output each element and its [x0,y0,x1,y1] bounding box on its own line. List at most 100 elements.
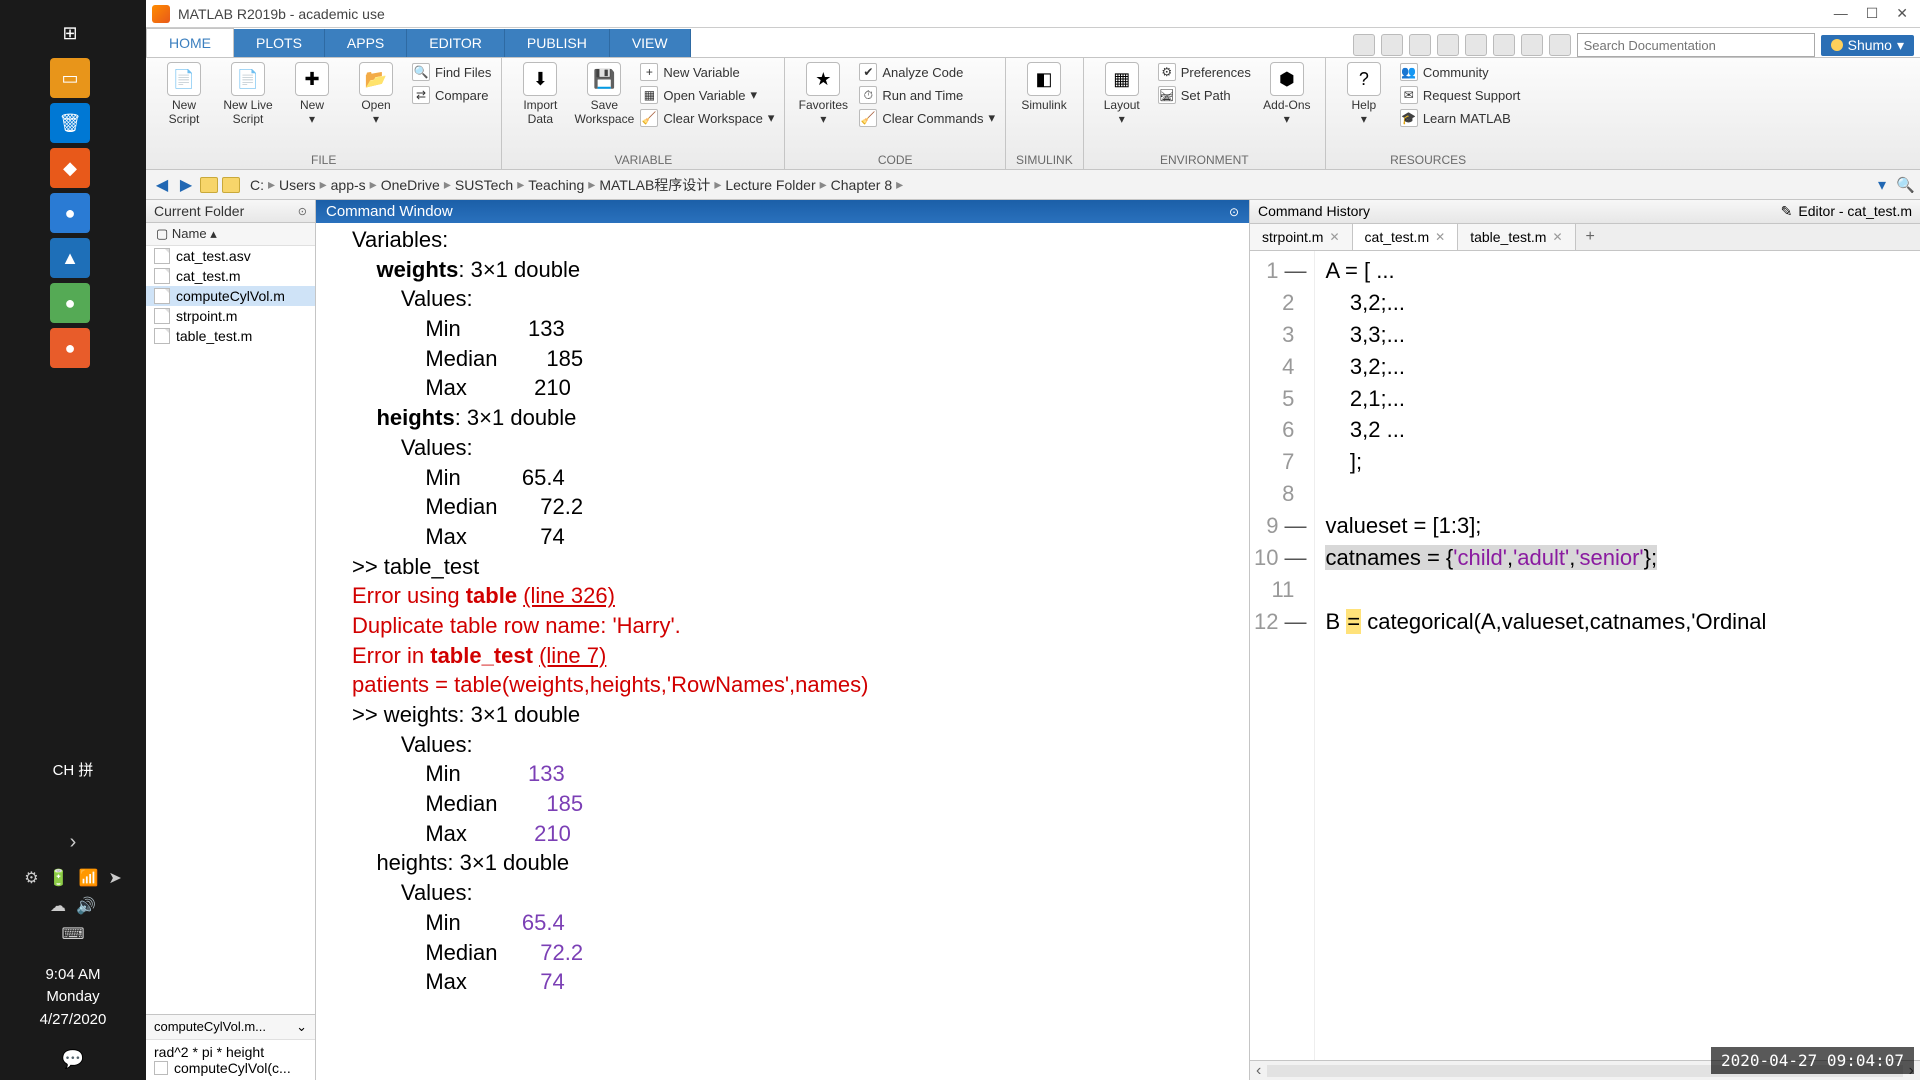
forward-button[interactable]: ▶ [176,175,196,195]
close-button[interactable]: ✕ [1896,5,1908,22]
path-dropdown-icon[interactable]: ▾ [1872,175,1892,195]
redo-icon[interactable] [1493,34,1515,56]
file-item[interactable]: computeCylVol.m [146,286,315,306]
copy-icon[interactable] [1409,34,1431,56]
wifi-icon[interactable]: 📶 [78,868,98,888]
app-icon-3[interactable]: ● [50,193,90,233]
app-icon-4[interactable]: ▲ [50,238,90,278]
compare-button[interactable]: ⇄Compare [412,85,491,105]
open-variable-button[interactable]: ▦Open Variable ▾ [640,85,774,105]
clock[interactable]: 9:04 AM Monday 4/27/2020 [0,964,146,1032]
folder-icon[interactable] [200,177,218,193]
set-path-button[interactable]: 🛤Set Path [1158,85,1251,105]
crumb-segment[interactable]: Chapter 8 [831,177,892,193]
battery-icon[interactable]: 🔋 [49,868,69,888]
favorites-button[interactable]: ★Favorites▾ [795,62,851,127]
run-and-time-button[interactable]: ⏱Run and Time [859,85,995,105]
volume-icon[interactable]: 🔊 [76,896,96,916]
command-window-title[interactable]: Command Window⊙ [316,200,1249,223]
column-name[interactable]: ▢ Name ▴ [146,223,315,246]
keyboard-icon[interactable]: ⌨ [61,924,84,944]
current-folder-title[interactable]: Current Folder⊙ [146,200,315,223]
app-icon-1[interactable]: ▭ [50,58,90,98]
edit-icon[interactable]: ✎ [1781,203,1793,220]
tab-editor[interactable]: EDITOR [407,29,505,57]
tab-apps[interactable]: APPS [325,29,407,57]
open-button[interactable]: 📂Open▾ [348,62,404,127]
close-tab-icon[interactable]: ✕ [1435,230,1445,244]
pane-menu-icon[interactable]: ⊙ [1229,205,1239,219]
crumb-segment[interactable]: Teaching [528,177,584,193]
help-quick-icon[interactable] [1521,34,1543,56]
search-documentation-input[interactable] [1577,33,1815,57]
maximize-button[interactable]: ☐ [1866,5,1879,22]
save-quick-icon[interactable] [1353,34,1375,56]
cut-icon[interactable] [1381,34,1403,56]
new-button[interactable]: ✚New▾ [284,62,340,127]
paste-icon[interactable] [1437,34,1459,56]
crumb-segment[interactable]: C: [250,177,264,193]
app-icon-2[interactable]: 🗑 [50,103,90,143]
request-support-button[interactable]: ✉Request Support [1400,85,1521,105]
new-tab-button[interactable]: + [1576,224,1605,250]
crumb-segment[interactable]: Lecture Folder [725,177,815,193]
addons-button[interactable]: ⬢Add-Ons▾ [1259,62,1315,127]
new-variable-button[interactable]: +New Variable [640,62,774,82]
tab-plots[interactable]: PLOTS [234,29,325,57]
crumb-segment[interactable]: SUSTech [455,177,513,193]
import-data-button[interactable]: ⬇Import Data [512,62,568,127]
editor-tab[interactable]: table_test.m✕ [1458,224,1575,250]
pane-menu-icon[interactable]: ⊙ [298,205,307,218]
more-icon[interactable] [1549,34,1571,56]
tab-publish[interactable]: PUBLISH [505,29,610,57]
tab-view[interactable]: VIEW [610,29,691,57]
layout-button[interactable]: ▦Layout▾ [1094,62,1150,127]
back-button[interactable]: ◀ [152,175,172,195]
app-icon-5[interactable]: ● [50,283,90,323]
file-item[interactable]: cat_test.asv [146,246,315,266]
file-item[interactable]: table_test.m [146,326,315,346]
analyze-code-button[interactable]: ✔Analyze Code [859,62,995,82]
help-button[interactable]: ?Help▾ [1336,62,1392,127]
editor-body[interactable]: 1—2 3 4 5 6 7 8 9—10—11 12— A = [ ... 3,… [1250,251,1920,1060]
up-folder-icon[interactable] [222,177,240,193]
matlab-icon[interactable]: ◆ [50,148,90,188]
detail-menu-icon[interactable]: ⌄ [296,1019,307,1035]
detail-function[interactable]: computeCylVol(c... [154,1060,307,1076]
undo-icon[interactable] [1465,34,1487,56]
editor-tab[interactable]: strpoint.m✕ [1250,224,1353,250]
crumb-segment[interactable]: app-s [331,177,366,193]
new-script-button[interactable]: 📄New Script [156,62,212,127]
close-tab-icon[interactable]: ✕ [1552,230,1562,244]
command-window-body[interactable]: Variables: weights: 3×1 double Values: M… [316,223,1249,1080]
file-item[interactable]: strpoint.m [146,306,315,326]
clear-commands-button[interactable]: 🧹Clear Commands ▾ [859,108,995,128]
minimize-button[interactable]: — [1834,5,1848,22]
crumb-segment[interactable]: OneDrive [381,177,440,193]
preferences-button[interactable]: ⚙Preferences [1158,62,1251,82]
editor-tab[interactable]: cat_test.m✕ [1353,224,1459,250]
file-item[interactable]: cat_test.m [146,266,315,286]
cloud-icon[interactable]: ☁ [50,896,66,916]
start-icon[interactable]: ⊞ [50,13,90,53]
tray-icon[interactable]: ⚙ [24,868,38,888]
user-chip[interactable]: Shumo ▾ [1821,35,1914,56]
community-button[interactable]: 👥Community [1400,62,1521,82]
path-search-icon[interactable]: 🔍 [1896,176,1914,194]
simulink-button[interactable]: ◧Simulink [1016,62,1072,113]
location-icon[interactable]: ➤ [108,868,121,888]
notifications-icon[interactable]: 💬 [0,1049,146,1070]
find-files-button[interactable]: 🔍Find Files [412,62,491,82]
learn-matlab-button[interactable]: 🎓Learn MATLAB [1400,108,1521,128]
scroll-left-icon[interactable]: ‹ [1250,1062,1267,1080]
save-workspace-button[interactable]: 💾Save Workspace [576,62,632,127]
expand-icon[interactable]: › [0,831,146,854]
app-icon-6[interactable]: ● [50,328,90,368]
command-history-title[interactable]: Command History ✎ Editor - cat_test.m [1250,200,1920,224]
crumb-segment[interactable]: MATLAB程序设计 [599,175,710,195]
crumb-segment[interactable]: Users [279,177,316,193]
ime-indicator[interactable]: CH 拼 [0,759,146,780]
close-tab-icon[interactable]: ✕ [1329,230,1339,244]
new-live-script-button[interactable]: 📄New Live Script [220,62,276,127]
clear-workspace-button[interactable]: 🧹Clear Workspace ▾ [640,108,774,128]
